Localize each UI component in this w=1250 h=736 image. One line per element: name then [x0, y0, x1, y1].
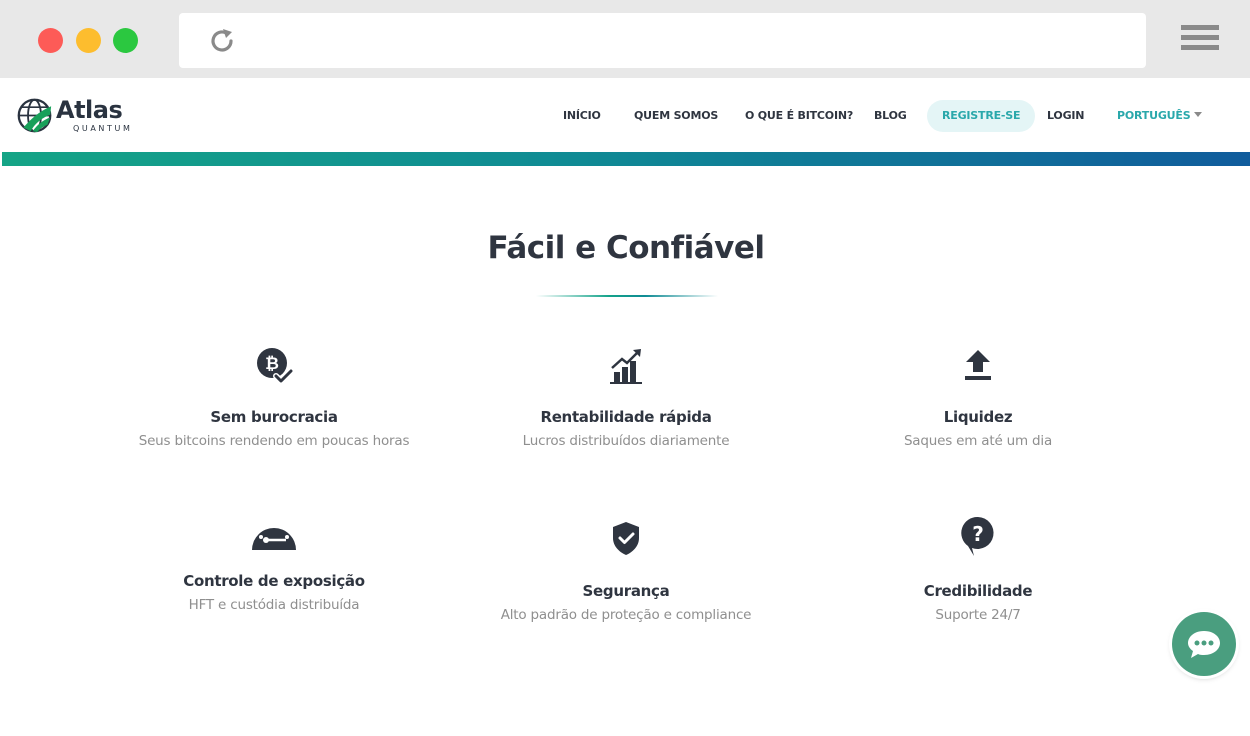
feature-description: Lucros distribuídos diariamente [522, 433, 730, 449]
window-close-button[interactable] [38, 28, 63, 53]
hamburger-icon[interactable] [1181, 25, 1219, 55]
window-minimize-button[interactable] [76, 28, 101, 53]
feature-description: Suporte 24/7 [935, 607, 1021, 623]
question-bubble-icon: ? [961, 516, 994, 556]
feature-description: Seus bitcoins rendendo em poucas horas [138, 433, 410, 449]
svg-text:?: ? [972, 522, 984, 546]
feature-liquidez: Liquidez Saques em até um dia [798, 346, 1158, 449]
feature-title: Credibilidade [923, 582, 1033, 600]
main-nav: INÍCIO QUEM SOMOS O QUE É BITCOIN? BLOG … [2, 100, 1250, 132]
site-navbar: Atlas QUANTUM INÍCIO QUEM SOMOS O QUE É … [2, 78, 1250, 153]
feature-title: Segurança [582, 582, 670, 600]
reload-icon[interactable] [207, 26, 237, 56]
nav-item-inicio[interactable]: INÍCIO [563, 100, 601, 132]
browser-chrome [0, 0, 1250, 78]
feature-controle-exposicao: Controle de exposição HFT e custódia dis… [94, 510, 454, 613]
window-maximize-button[interactable] [113, 28, 138, 53]
feature-description: HFT e custódia distribuída [188, 597, 360, 613]
bitcoin-check-icon: ₿ [257, 348, 294, 384]
chat-button[interactable] [1172, 612, 1236, 676]
feature-title: Sem burocracia [210, 408, 338, 426]
upload-icon [965, 350, 991, 380]
gauge-icon [252, 520, 296, 550]
section-title: Fácil e Confiável [487, 230, 765, 266]
language-selector[interactable]: PORTUGUÊS [1117, 100, 1191, 132]
title-divider [536, 295, 718, 297]
feature-title: Controle de exposição [183, 572, 365, 590]
feature-description: Alto padrão de proteção e compliance [500, 607, 752, 623]
feature-sem-burocracia: ₿ Sem burocracia Seus bitcoins rendendo … [94, 346, 454, 449]
address-bar[interactable] [179, 13, 1146, 68]
growth-chart-icon [610, 349, 642, 384]
register-button[interactable]: REGISTRE-SE [927, 100, 1036, 132]
nav-item-quem-somos[interactable]: QUEM SOMOS [634, 100, 718, 132]
feature-title: Liquidez [943, 408, 1013, 426]
nav-item-login[interactable]: LOGIN [1047, 100, 1084, 132]
feature-seguranca: Segurança Alto padrão de proteção e comp… [446, 518, 806, 623]
chevron-down-icon[interactable] [1194, 112, 1202, 117]
nav-item-blog[interactable]: BLOG [874, 100, 907, 132]
nav-item-o-que-e-bitcoin[interactable]: O QUE É BITCOIN? [745, 100, 853, 132]
svg-text:₿: ₿ [265, 354, 279, 374]
feature-title: Rentabilidade rápida [540, 408, 712, 426]
site-frame: Atlas QUANTUM INÍCIO QUEM SOMOS O QUE É … [2, 78, 1250, 736]
chat-bubble-icon [1188, 631, 1220, 658]
shield-check-icon [613, 522, 639, 555]
feature-description: Saques em até um dia [903, 433, 1053, 449]
header-gradient-bar [2, 152, 1250, 166]
feature-rentabilidade: Rentabilidade rápida Lucros distribuídos… [446, 346, 806, 449]
feature-credibilidade: ? Credibilidade Suporte 24/7 [798, 514, 1158, 623]
